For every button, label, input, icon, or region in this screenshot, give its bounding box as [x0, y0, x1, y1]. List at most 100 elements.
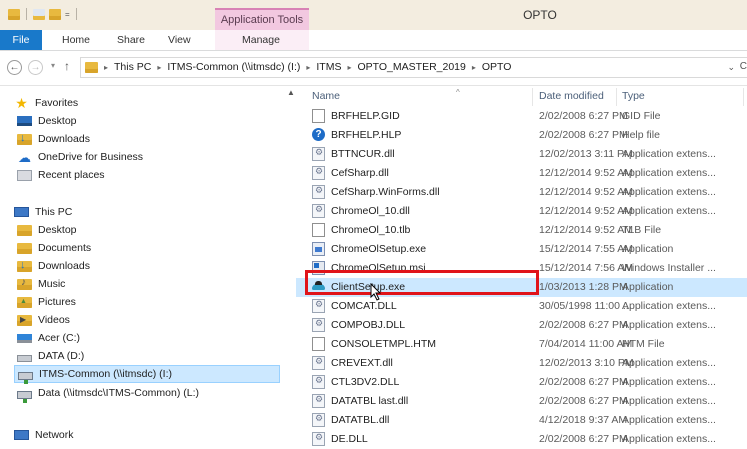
- explorer-icon[interactable]: [8, 8, 20, 20]
- downloads-folder-icon: [17, 259, 32, 272]
- nav-item-label: Recent places: [38, 169, 105, 181]
- nav-item-label: Music: [38, 278, 66, 290]
- dll-file-icon: [312, 394, 325, 408]
- column-header-type[interactable]: Type: [622, 90, 645, 102]
- file-type: TLB File: [622, 224, 662, 236]
- file-name: CONSOLETMPL.HTM: [331, 338, 437, 350]
- file-row[interactable]: COMCAT.DLL 30/05/1998 11:00 ...Applicatio…: [296, 297, 747, 316]
- file-row[interactable]: ? BRFHELP.HLP 2/02/2008 6:27 PM Help file: [296, 126, 747, 145]
- address-dropdown-icon[interactable]: ⌄: [727, 62, 735, 73]
- breadcrumb-separator-icon[interactable]: ▸: [306, 63, 310, 72]
- nav-network[interactable]: Network: [14, 426, 74, 444]
- recent-locations-dropdown-icon[interactable]: ▾: [51, 61, 55, 70]
- column-header-date[interactable]: Date modified: [539, 90, 604, 102]
- nav-item-desktop[interactable]: Desktop: [17, 221, 77, 239]
- nav-item-downloads-fav[interactable]: Downloads: [17, 130, 90, 148]
- nav-item-itms-common[interactable]: ITMS-Common (\\itmsdc) (I:): [14, 365, 280, 384]
- nav-item-label: Desktop: [38, 224, 77, 236]
- file-row[interactable]: CREVEXT.dll 12/02/2013 3:10 PMApplication…: [296, 354, 747, 373]
- recent-places-icon: [17, 169, 32, 181]
- onedrive-icon: ☁: [18, 149, 31, 165]
- file-row[interactable]: DATATBL.dll 4/12/2018 9:37 AMApplication …: [296, 411, 747, 430]
- dll-file-icon: [312, 413, 325, 427]
- file-row[interactable]: CefSharp.dll 12/12/2014 9:52 AMApplicatio…: [296, 164, 747, 183]
- nav-item-pictures[interactable]: Pictures: [17, 293, 76, 311]
- tab-share[interactable]: Share: [117, 30, 145, 50]
- file-row[interactable]: BTTNCUR.dll 12/02/2013 3:11 PMApplication…: [296, 145, 747, 164]
- nav-item-acer-c[interactable]: Acer (C:): [17, 329, 80, 347]
- nav-favorites[interactable]: ★ Favorites: [14, 94, 78, 112]
- file-row[interactable]: DATATBL last.dll 2/02/2008 6:27 PMApplica…: [296, 392, 747, 411]
- file-row[interactable]: CONSOLETMPL.HTM 7/04/2014 11:00 AM HTM Fil…: [296, 335, 747, 354]
- nav-item-videos[interactable]: Videos: [17, 311, 70, 329]
- nav-item-downloads[interactable]: Downloads: [17, 257, 90, 275]
- breadcrumb-separator-icon[interactable]: ▸: [157, 63, 161, 72]
- file-date-modified: 12/02/2013 3:10 PM: [539, 357, 634, 369]
- file-date-modified: 15/12/2014 7:56 AM: [539, 262, 633, 274]
- file-name: CefSharp.dll: [331, 167, 389, 179]
- file-row[interactable]: ChromeOlSetup.exe 15/12/2014 7:55 AM Appli…: [296, 240, 747, 259]
- breadcrumb-opto[interactable]: OPTO: [482, 61, 512, 73]
- qat-dropdown-icon[interactable]: =: [65, 10, 70, 19]
- scroll-up-icon[interactable]: ▲: [287, 88, 295, 97]
- file-row[interactable]: CefSharp.WinForms.dll 12/12/2014 9:52 AMA…: [296, 183, 747, 202]
- new-folder-icon[interactable]: [49, 8, 61, 20]
- file-row[interactable]: DE.DLL2/02/2008 6:27 PMApplication exten…: [296, 430, 747, 449]
- file-row[interactable]: ChromeOl_10.dll 12/12/2014 9:52 AMApplica…: [296, 202, 747, 221]
- refresh-partial-label[interactable]: C: [740, 61, 747, 72]
- navigation-pane: ▲ ★ Favorites Desktop Downloads ☁ OneDri…: [0, 86, 296, 441]
- file-date-modified: 12/12/2014 9:52 AM: [539, 224, 633, 236]
- column-divider[interactable]: [743, 88, 744, 106]
- breadcrumb-opto-master[interactable]: OPTO_MASTER_2019: [358, 61, 466, 73]
- nav-item-data-d[interactable]: DATA (D:): [17, 347, 84, 365]
- nav-item-documents[interactable]: Documents: [17, 239, 91, 257]
- breadcrumb-separator-icon[interactable]: ▸: [472, 63, 476, 72]
- tab-file[interactable]: File: [0, 30, 42, 50]
- highlight-annotation-box: [305, 270, 539, 295]
- column-divider[interactable]: [532, 88, 533, 106]
- nav-item-label: DATA (D:): [38, 350, 85, 362]
- column-divider[interactable]: [616, 88, 617, 106]
- nav-this-pc-label: This PC: [35, 206, 73, 218]
- tab-manage[interactable]: Manage: [242, 30, 280, 50]
- nav-item-desktop-fav[interactable]: Desktop: [17, 112, 77, 130]
- file-row[interactable]: COMPOBJ.DLL 2/02/2008 6:27 PMApplication …: [296, 316, 747, 335]
- tab-home[interactable]: Home: [62, 30, 90, 50]
- file-type: Windows Installer ...: [622, 262, 716, 274]
- nav-network-label: Network: [35, 429, 74, 441]
- file-name: BRFHELP.HLP: [331, 129, 402, 141]
- nav-item-music[interactable]: Music: [17, 275, 65, 293]
- nav-item-data-l[interactable]: Data (\\itmsdc\ITMS-Common) (L:): [17, 384, 199, 403]
- file-row[interactable]: ChromeOl_10.tlb 12/12/2014 9:52 AM TLB Fil…: [296, 221, 747, 240]
- up-button[interactable]: ↑: [64, 59, 70, 73]
- back-button[interactable]: ←: [7, 60, 22, 75]
- file-row[interactable]: BRFHELP.GID 2/02/2008 6:27 PM GID File: [296, 107, 747, 126]
- breadcrumb-itms-common[interactable]: ITMS-Common (\\itmsdc) (I:): [167, 61, 300, 73]
- properties-icon[interactable]: [33, 8, 45, 20]
- breadcrumb-separator-icon[interactable]: ▸: [104, 63, 108, 72]
- breadcrumb-this-pc[interactable]: This PC: [114, 61, 151, 73]
- breadcrumb-separator-icon[interactable]: ▸: [347, 63, 351, 72]
- tab-view[interactable]: View: [168, 30, 191, 50]
- file-row[interactable]: CTL3DV2.DLL 2/02/2008 6:27 PMApplication …: [296, 373, 747, 392]
- file-type: Application extens...: [622, 300, 716, 312]
- file-date-modified: 2/02/2008 6:27 PM: [539, 129, 628, 141]
- file-name: DATATBL last.dll: [331, 395, 409, 407]
- nav-item-label: Documents: [38, 242, 92, 254]
- forward-button[interactable]: →: [28, 60, 43, 75]
- file-date-modified: 2/02/2008 6:27 PM: [539, 319, 628, 331]
- address-bar[interactable]: ▸ This PC ▸ ITMS-Common (\\itmsdc) (I:) …: [80, 57, 747, 78]
- videos-folder-icon: [17, 314, 32, 326]
- dll-file-icon: [312, 432, 325, 446]
- nav-this-pc[interactable]: This PC: [14, 203, 72, 221]
- file-type: Application: [622, 281, 674, 293]
- file-date-modified: 1/03/2013 1:28 PM: [539, 281, 628, 293]
- nav-item-recent-places[interactable]: Recent places: [17, 166, 105, 184]
- nav-item-onedrive[interactable]: ☁ OneDrive for Business: [17, 148, 143, 166]
- network-drive-icon: [17, 390, 32, 403]
- column-header-name[interactable]: Name ^: [312, 88, 460, 102]
- file-type: Application extens...: [622, 186, 716, 198]
- breadcrumb-itms[interactable]: ITMS: [316, 61, 341, 73]
- downloads-folder-icon: [17, 132, 32, 145]
- nav-item-label: Desktop: [38, 115, 77, 127]
